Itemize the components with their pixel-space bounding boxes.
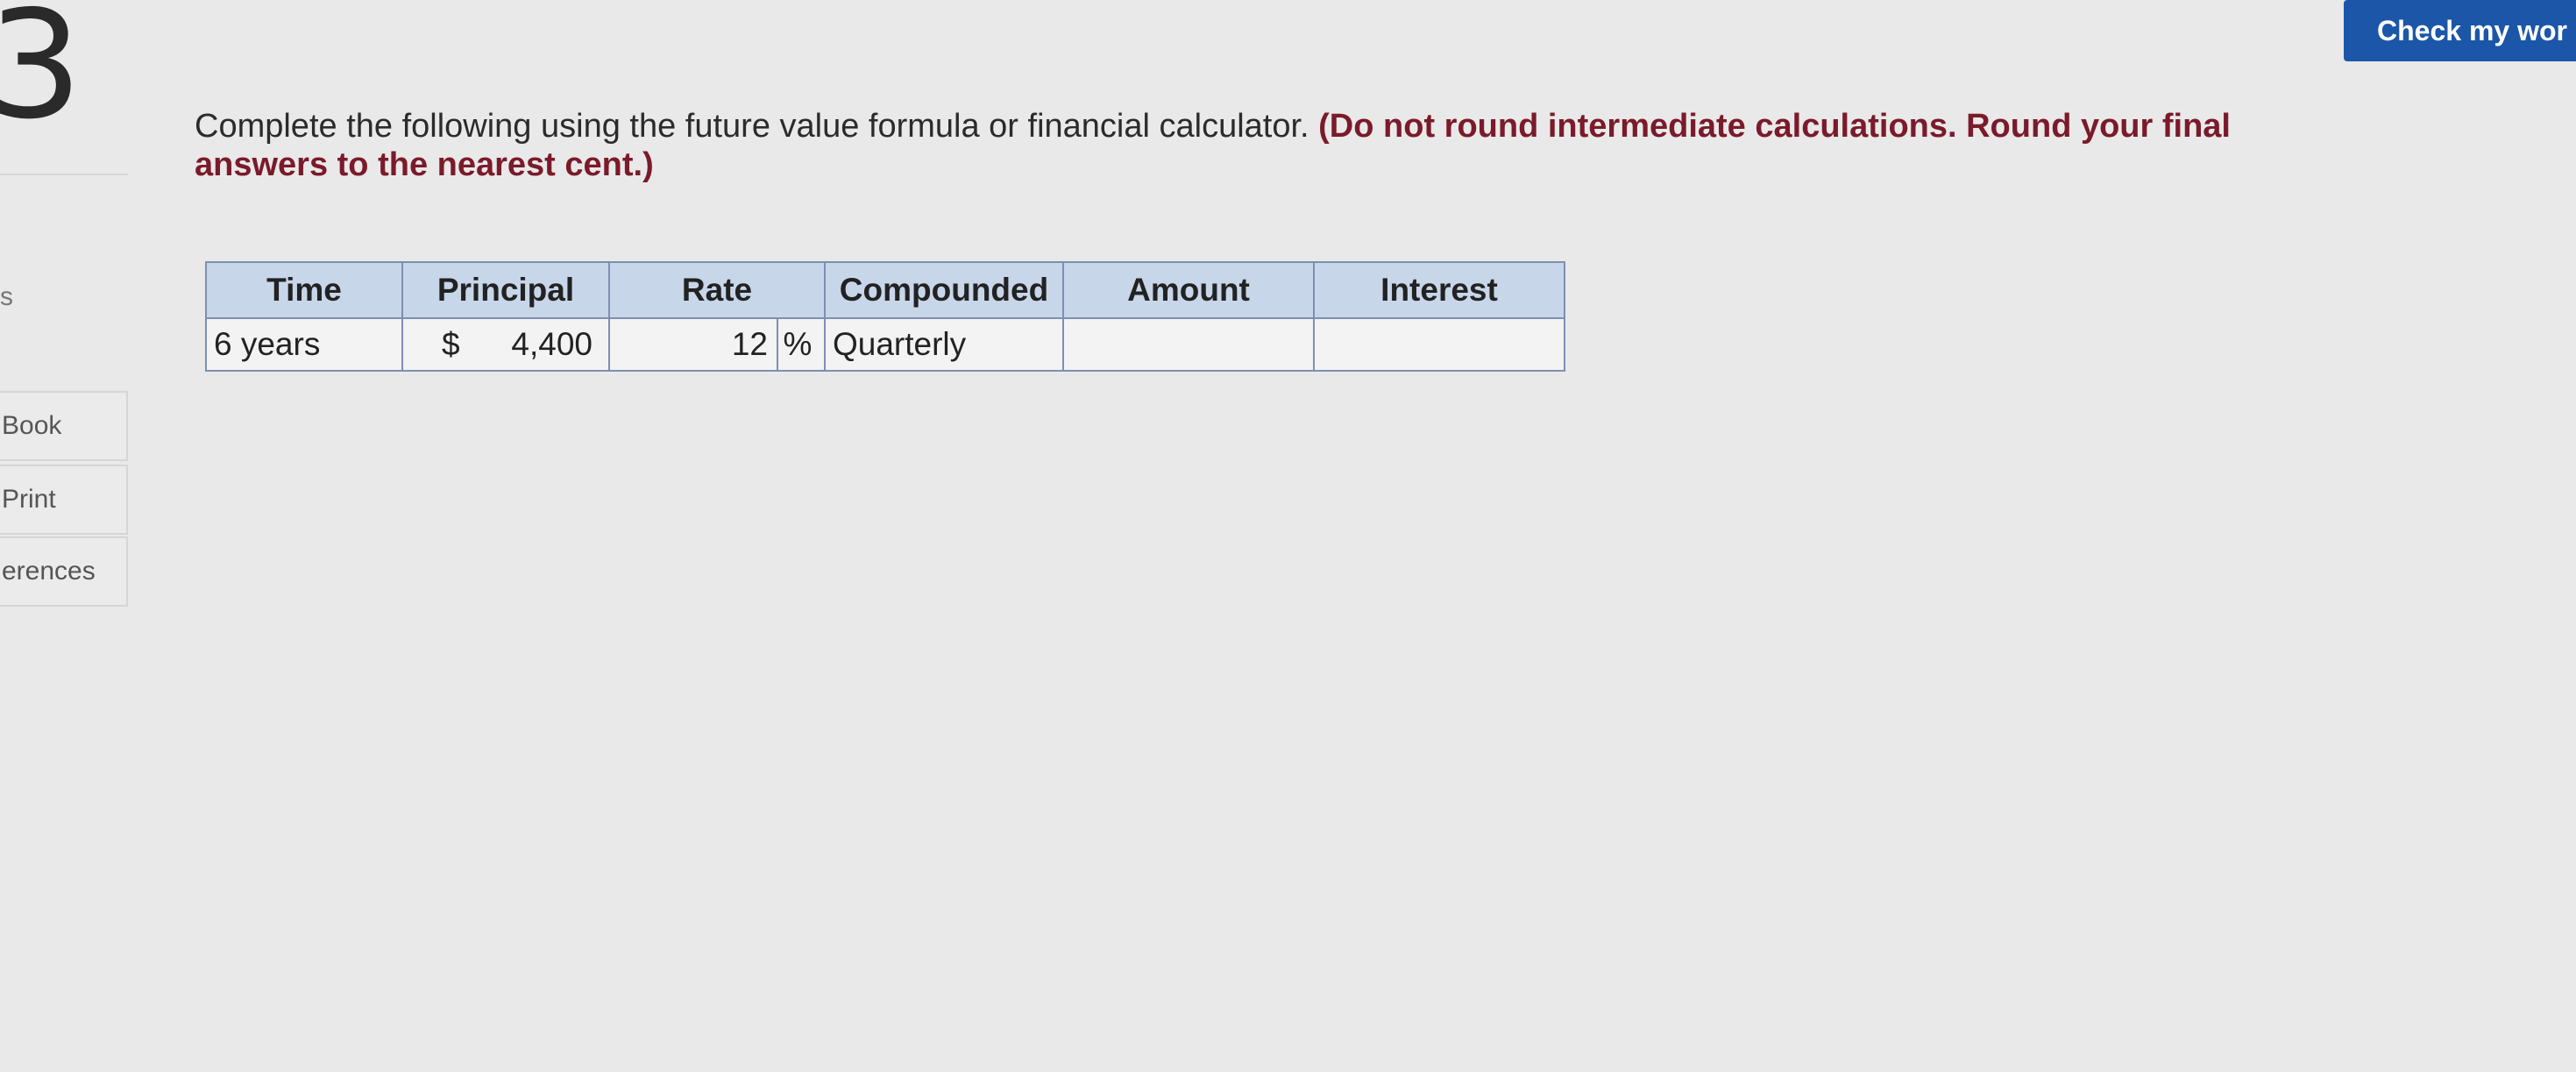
rate-unit: %	[777, 319, 817, 370]
header-time: Time	[205, 261, 403, 319]
question-sidebar: 3 s Book Print erences	[0, 0, 128, 1072]
question-number: 3	[0, 0, 83, 153]
header-interest: Interest	[1313, 261, 1565, 319]
check-my-work-button[interactable]: Check my wor	[2344, 0, 2576, 61]
instruction-text: Complete the following using the future …	[195, 108, 1309, 145]
references-link[interactable]: erences	[0, 536, 128, 607]
header-compounded: Compounded	[824, 261, 1064, 319]
rate-cell: 12 %	[608, 317, 826, 372]
header-principal: Principal	[401, 261, 610, 319]
time-value: 6 years	[205, 317, 403, 372]
answer-table: Time Principal Rate Compounded Amount In…	[205, 261, 1565, 372]
table-header-row: Time Principal Rate Compounded Amount In…	[205, 261, 1565, 319]
currency-symbol: $	[442, 326, 460, 362]
amount-input[interactable]	[1071, 320, 1306, 369]
principal-cell: $ 4,400	[401, 317, 610, 372]
rate-value: 12	[731, 326, 768, 362]
interest-cell	[1313, 317, 1565, 372]
compounded-value: Quarterly	[824, 317, 1064, 372]
ebook-link[interactable]: Book	[0, 391, 128, 461]
question-instructions: Complete the following using the future …	[195, 107, 2342, 184]
header-rate: Rate	[608, 261, 826, 319]
header-amount: Amount	[1062, 261, 1315, 319]
sidebar-divider	[0, 174, 128, 175]
interest-input[interactable]	[1322, 320, 1557, 369]
principal-value: 4,400	[511, 326, 593, 362]
amount-cell	[1062, 317, 1315, 372]
print-link[interactable]: Print	[0, 465, 128, 535]
points-label: s	[0, 282, 13, 311]
table-row: 6 years $ 4,400 12 % Quarterly	[205, 317, 1565, 372]
